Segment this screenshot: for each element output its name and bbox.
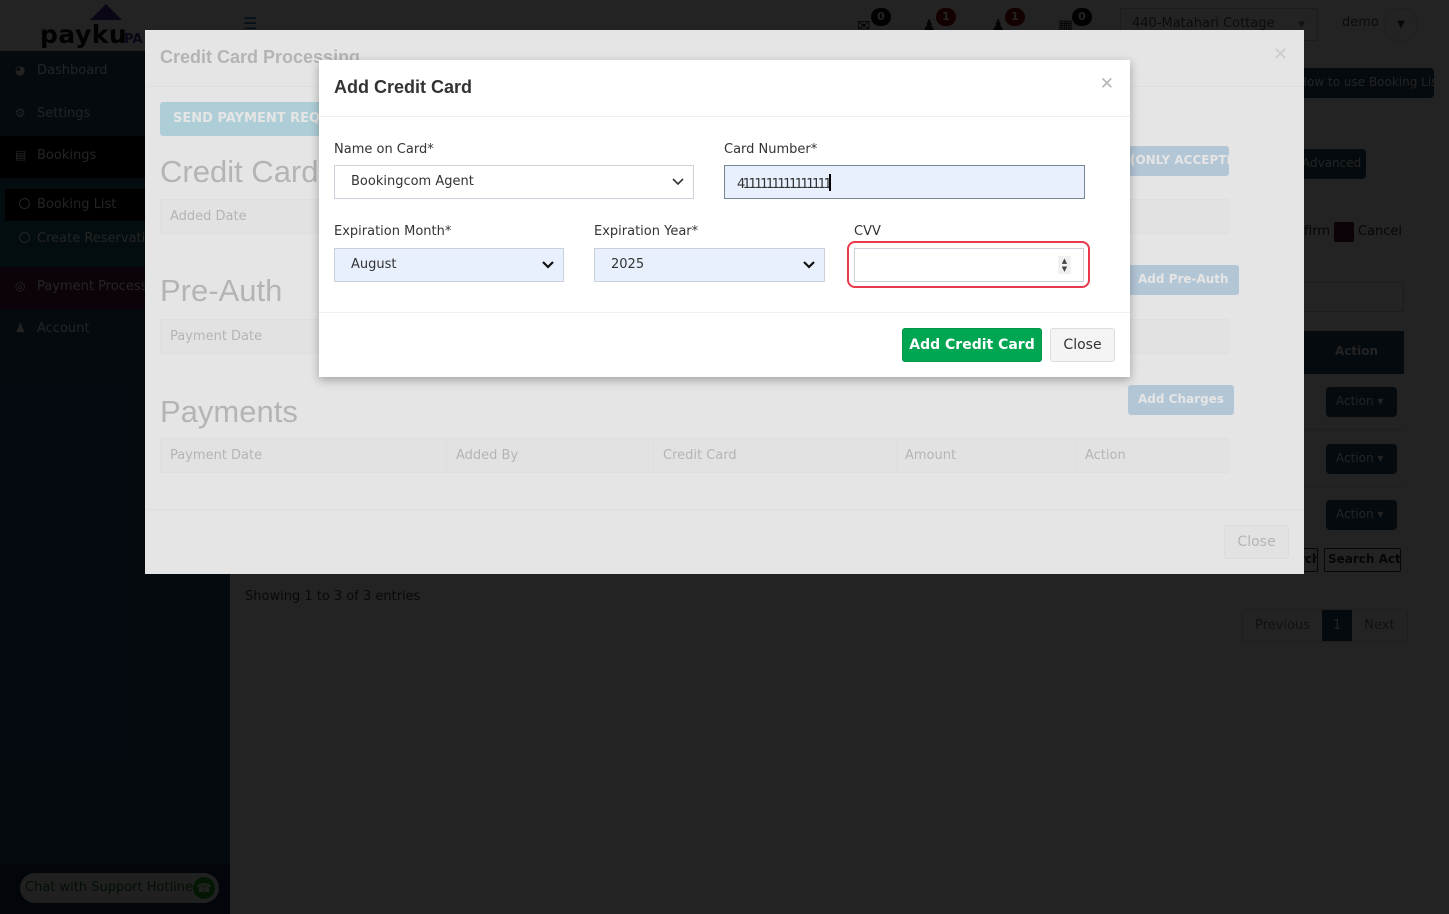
chevron-down-icon bbox=[803, 261, 815, 269]
expiration-year-label: Expiration Year* bbox=[594, 224, 699, 239]
name-on-card-value: Bookingcom Agent bbox=[351, 174, 474, 189]
text-cursor bbox=[829, 174, 831, 191]
add-credit-card-modal: Add Credit Card ✕ Name on Card* Bookingc… bbox=[319, 60, 1130, 377]
cvv-input[interactable]: ▲ ▼ bbox=[854, 248, 1084, 282]
name-on-card-select[interactable]: Bookingcom Agent bbox=[334, 165, 694, 199]
add-card-modal-footer-divider bbox=[319, 312, 1130, 313]
add-card-modal-header: Add Credit Card ✕ bbox=[319, 60, 1130, 117]
expiration-year-value: 2025 bbox=[611, 257, 645, 272]
cvv-label: CVV bbox=[854, 224, 881, 239]
chevron-down-icon bbox=[542, 261, 554, 269]
name-on-card-label: Name on Card* bbox=[334, 142, 434, 157]
close-icon[interactable]: ✕ bbox=[1100, 74, 1114, 94]
add-credit-card-button[interactable]: Add Credit Card bbox=[902, 328, 1042, 362]
card-number-label: Card Number* bbox=[724, 142, 818, 157]
expiration-month-select[interactable]: August bbox=[334, 248, 564, 282]
spinner-down-icon[interactable]: ▼ bbox=[1058, 265, 1071, 273]
add-card-modal-title: Add Credit Card bbox=[334, 77, 473, 97]
card-number-input[interactable]: 4111111111111111 bbox=[724, 165, 1085, 199]
spinner-up-icon[interactable]: ▲ bbox=[1058, 257, 1071, 265]
card-number-value: 4111111111111111 bbox=[737, 177, 832, 192]
chevron-down-icon bbox=[672, 178, 684, 186]
expiration-year-select[interactable]: 2025 bbox=[594, 248, 825, 282]
expiration-month-value: August bbox=[351, 257, 397, 272]
number-spinner[interactable]: ▲ ▼ bbox=[1058, 256, 1071, 274]
expiration-month-label: Expiration Month* bbox=[334, 224, 452, 239]
add-card-close-button[interactable]: Close bbox=[1050, 328, 1115, 362]
